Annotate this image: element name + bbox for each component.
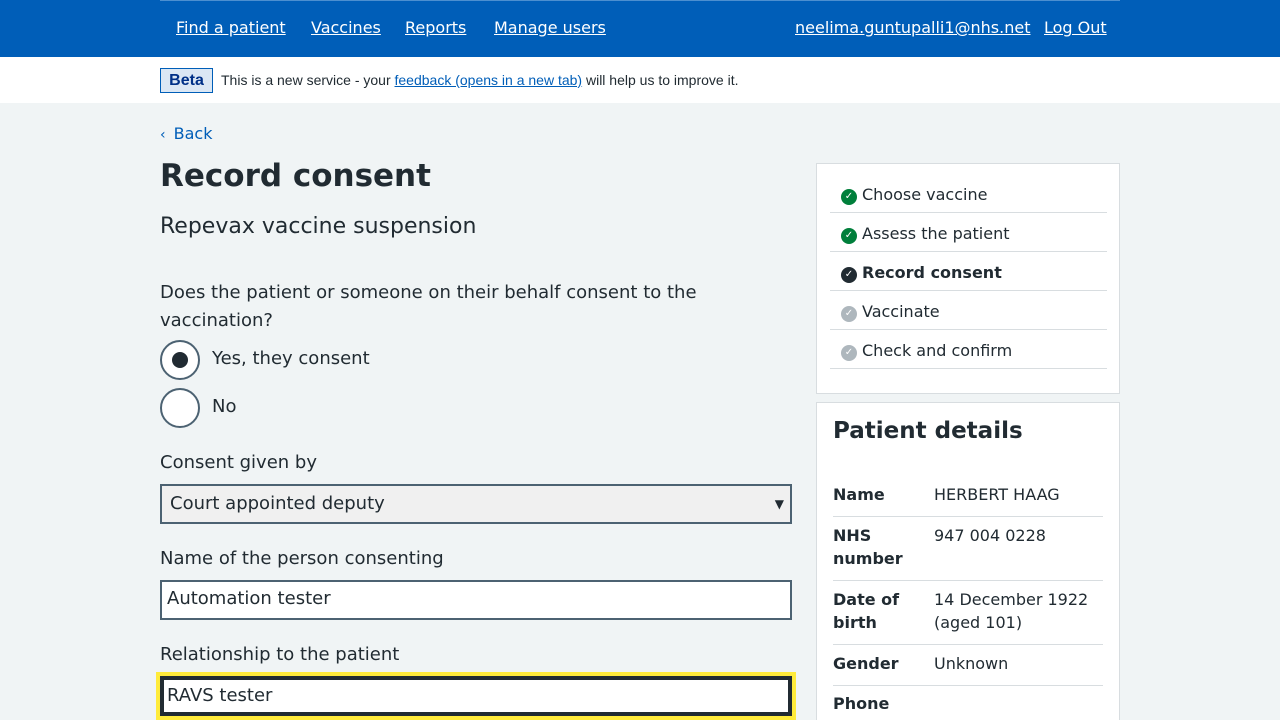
step-choose-vaccine[interactable]: ✓ Choose vaccine: [830, 174, 1107, 213]
chevron-down-icon: ▼: [774, 497, 784, 511]
radio-yes-label[interactable]: Yes, they consent: [212, 348, 370, 369]
patient-key: NHS number: [833, 526, 903, 568]
patient-key: Gender: [833, 654, 899, 673]
step-label: Choose vaccine: [862, 185, 988, 204]
patient-value: Unknown: [934, 654, 1009, 673]
relationship-label: Relationship to the patient: [160, 644, 400, 665]
beta-text-before: This is a new service - your: [221, 72, 395, 88]
nav-find-a-patient[interactable]: Find a patient: [176, 18, 286, 37]
step-label: Vaccinate: [862, 302, 940, 321]
radio-no-label[interactable]: No: [212, 396, 236, 417]
patient-key: Date of birth: [833, 590, 900, 632]
consent-given-by-value: Court appointed deputy: [170, 493, 385, 514]
back-label: Back: [173, 124, 213, 143]
check-icon: ✓: [841, 267, 857, 283]
step-vaccinate: ✓ Vaccinate: [830, 291, 1107, 330]
nav-manage-users[interactable]: Manage users: [494, 18, 606, 37]
patient-key: Name: [833, 485, 885, 504]
log-out-link[interactable]: Log Out: [1044, 18, 1107, 37]
patient-details-title: Patient details: [833, 418, 1023, 444]
task-steps-panel: ✓ Choose vaccine ✓ Assess the patient ✓ …: [816, 163, 1120, 394]
beta-message: This is a new service - your feedback (o…: [221, 72, 738, 88]
top-navigation: Find a patient Vaccines Reports Manage u…: [0, 0, 1280, 57]
step-check-and-confirm: ✓ Check and confirm: [830, 330, 1107, 369]
patient-row-nhs-number: NHS number 947 004 0228: [833, 524, 1103, 581]
check-icon: ✓: [841, 189, 857, 205]
nav-reports[interactable]: Reports: [405, 18, 466, 37]
consent-given-by-label: Consent given by: [160, 452, 317, 473]
nav-vaccines[interactable]: Vaccines: [311, 18, 381, 37]
patient-value: 14 December 1922 (aged 101): [934, 590, 1089, 632]
check-icon: ✓: [841, 228, 857, 244]
patient-row-gender: Gender Unknown: [833, 652, 1103, 686]
step-assess-patient[interactable]: ✓ Assess the patient: [830, 213, 1107, 252]
consent-given-by-select[interactable]: Court appointed deputy ▼: [160, 484, 792, 524]
patient-row-dob: Date of birth 14 December 1922 (aged 101…: [833, 588, 1103, 645]
patient-value: HERBERT HAAG: [934, 485, 1060, 504]
feedback-link[interactable]: feedback (opens in a new tab): [395, 72, 583, 88]
step-label: Check and confirm: [862, 341, 1013, 360]
check-icon: ✓: [841, 345, 857, 361]
patient-details-panel: Patient details Name HERBERT HAAG NHS nu…: [816, 402, 1120, 720]
user-email-link[interactable]: neelima.guntupalli1@nhs.net: [795, 18, 1030, 37]
step-record-consent: ✓ Record consent: [830, 252, 1107, 291]
person-name-label: Name of the person consenting: [160, 548, 444, 569]
chevron-left-icon: ‹: [160, 127, 166, 143]
person-name-input[interactable]: Automation tester: [160, 580, 792, 620]
check-icon: ✓: [841, 306, 857, 322]
header-container: Find a patient Vaccines Reports Manage u…: [160, 0, 1120, 57]
relationship-input[interactable]: RAVS tester: [160, 676, 792, 716]
patient-row-name: Name HERBERT HAAG: [833, 483, 1103, 517]
vaccine-name: Repevax vaccine suspension: [160, 214, 477, 239]
step-label: Assess the patient: [862, 224, 1010, 243]
beta-tag: Beta: [160, 68, 213, 93]
patient-value: 947 004 0228: [934, 526, 1046, 545]
patient-key: Phone number: [833, 694, 903, 720]
page-title: Record consent: [160, 158, 431, 194]
radio-yes-consent[interactable]: [160, 340, 200, 380]
radio-selected-dot: [172, 352, 188, 368]
consent-question: Does the patient or someone on their beh…: [160, 282, 697, 331]
patient-row-phone: Phone number: [833, 692, 1103, 720]
step-label: Record consent: [862, 263, 1002, 282]
back-link[interactable]: ‹ Back: [160, 124, 212, 143]
beta-text-after: will help us to improve it.: [582, 72, 739, 88]
radio-no-consent[interactable]: [160, 388, 200, 428]
